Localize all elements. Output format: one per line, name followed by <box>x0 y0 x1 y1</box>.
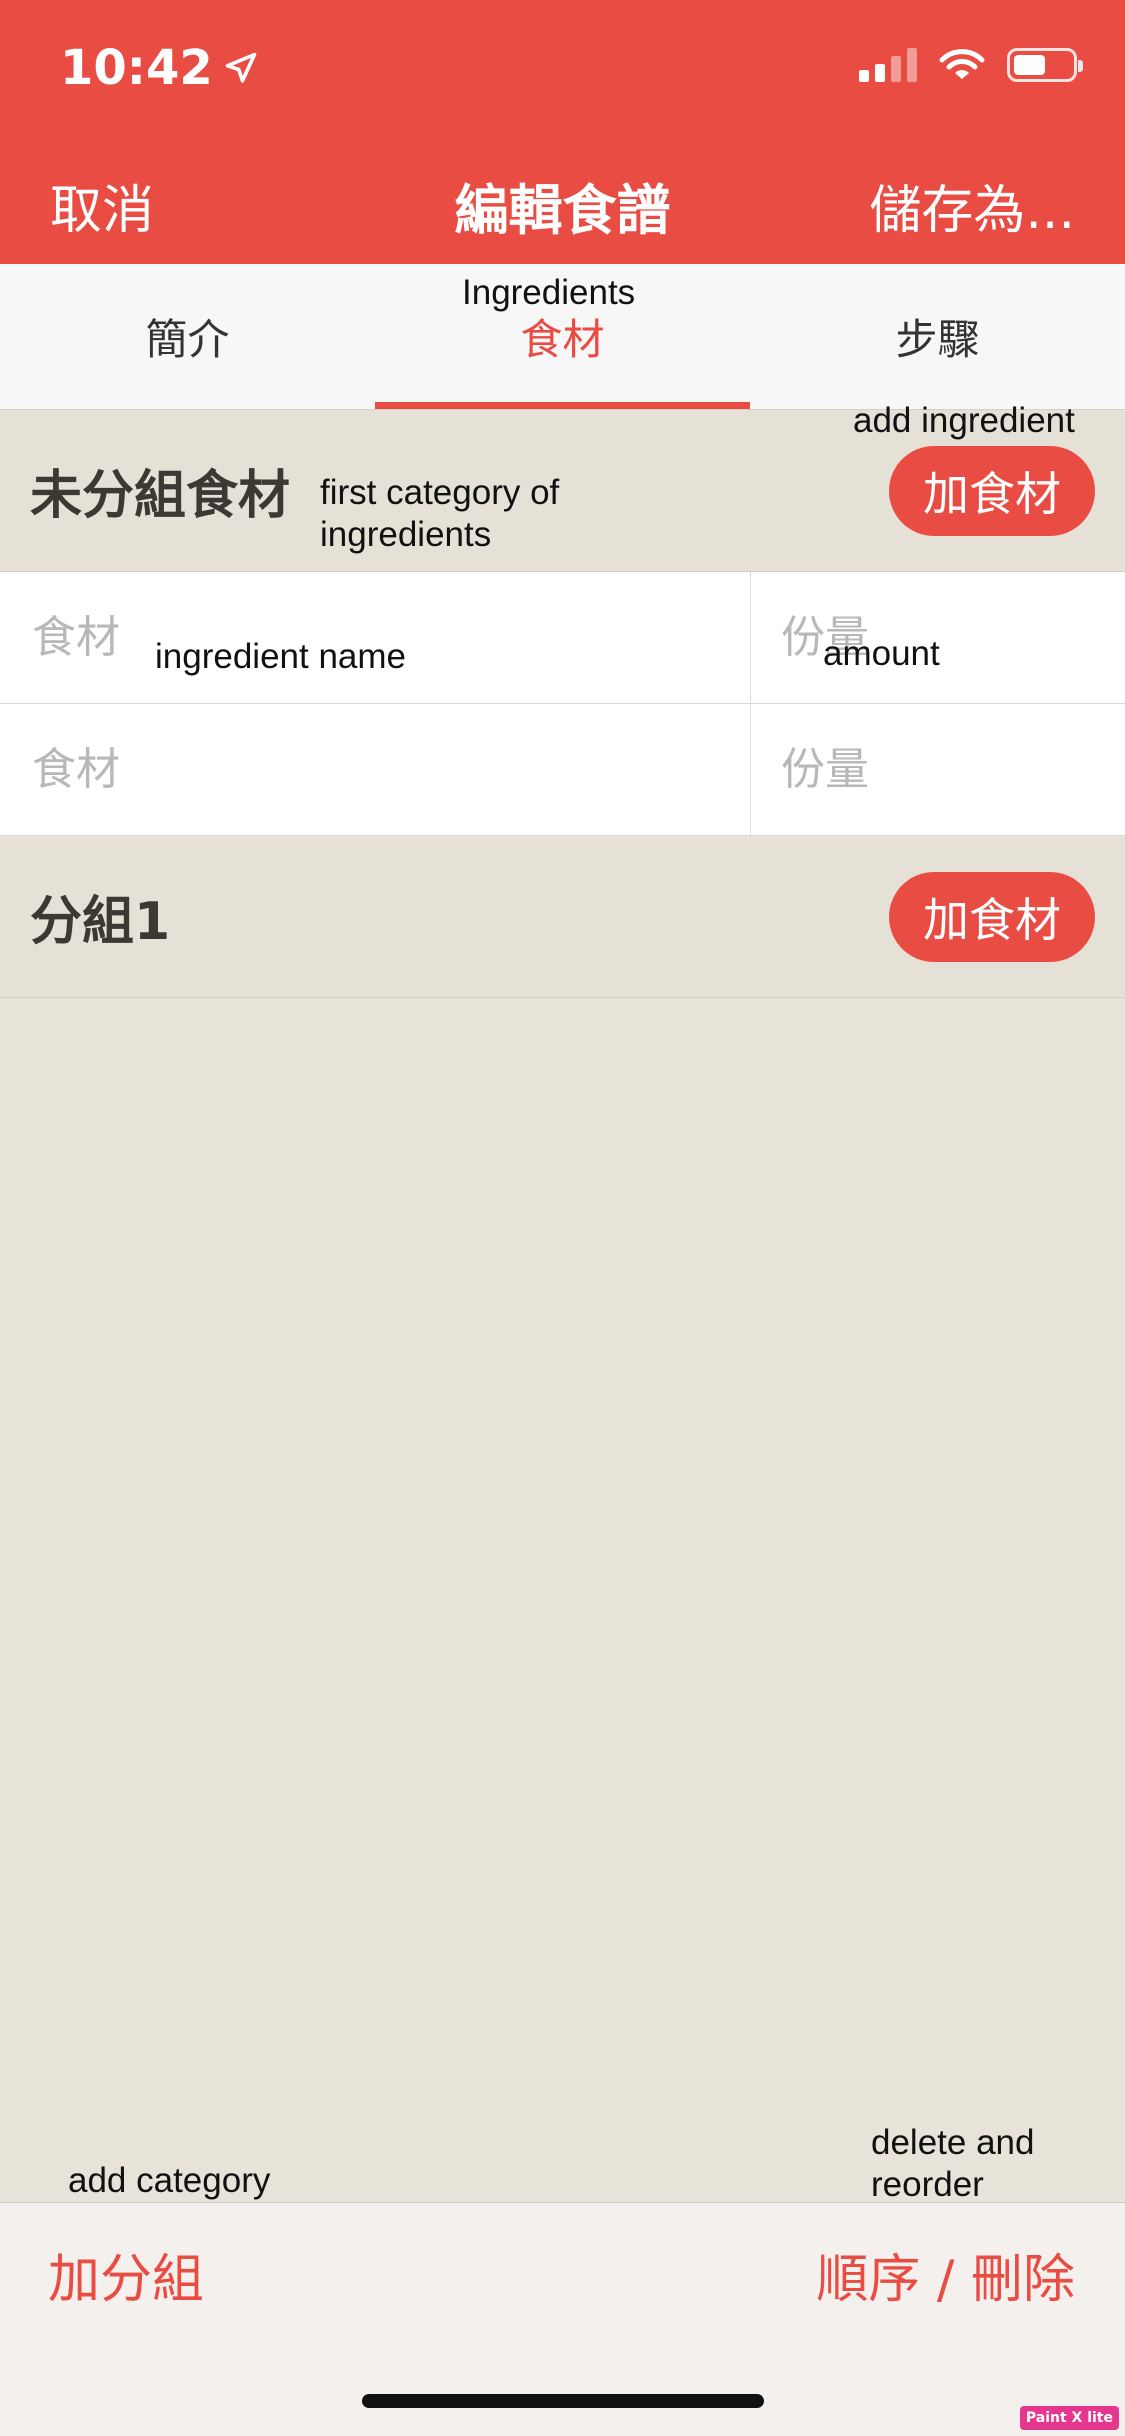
battery-icon <box>1007 48 1083 82</box>
annotation-first-category: first category of ingredients <box>320 473 560 554</box>
add-category-button[interactable]: 加分組 <box>48 2237 204 2312</box>
add-ingredient-button[interactable]: 加食材 <box>889 445 1095 536</box>
annotation-add-ingredient: add ingredient <box>853 401 1075 440</box>
ingredient-row <box>0 704 1125 836</box>
save-as-button[interactable]: 儲存為... <box>869 168 1075 243</box>
cellular-signal-icon <box>859 48 917 82</box>
annotation-ingredient-name: ingredient name <box>155 637 406 676</box>
location-arrow-icon <box>225 52 257 83</box>
status-icons <box>859 48 1083 82</box>
status-time: 10:42 <box>60 40 259 96</box>
ingredient-name-input[interactable] <box>32 744 750 795</box>
category-title: 分組1 <box>30 892 171 952</box>
add-ingredient-button[interactable]: 加食材 <box>889 871 1095 962</box>
ingredient-name-cell <box>0 704 751 835</box>
annotation-add-category: add category <box>68 2161 271 2200</box>
wifi-icon <box>939 49 985 79</box>
annotation-amount: amount <box>823 634 940 673</box>
cancel-button[interactable]: 取消 <box>50 168 154 243</box>
watermark: Paint X lite <box>1019 2406 1119 2430</box>
ingredient-amount-input[interactable] <box>781 744 1125 795</box>
home-indicator <box>362 2394 764 2408</box>
tab-steps[interactable]: 步驟 <box>750 264 1125 409</box>
tab-intro[interactable]: 簡介 <box>0 264 375 409</box>
category-header-group1: 分組1 加食材 <box>0 836 1125 998</box>
category-title: 未分組食材 <box>30 466 291 526</box>
header: 10:42 取消 編輯食譜 儲存為... <box>0 0 1125 264</box>
annotation-ingredients-tab: Ingredients <box>462 273 636 312</box>
annotation-delete-reorder: delete and reorder <box>871 2123 1035 2204</box>
ingredient-amount-cell <box>751 704 1125 835</box>
reorder-delete-button[interactable]: 順序 / 刪除 <box>816 2237 1075 2312</box>
